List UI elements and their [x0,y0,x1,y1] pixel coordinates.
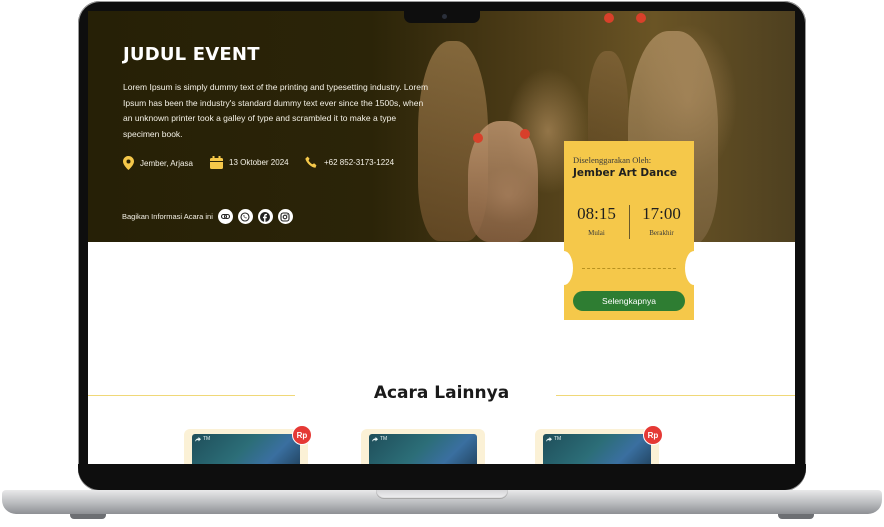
event-title: JUDUL EVENT [123,44,260,65]
event-card-badge: TM [195,436,210,442]
organizer-label: Diselenggarakan Oleh: [573,155,652,165]
event-ticket-card: Diselenggarakan Oleh: Jember Art Dance 0… [555,141,703,320]
event-card-badge: TM [372,436,387,442]
price-badge-icon: Rp [292,425,312,445]
ticket-cutout-left [555,251,573,285]
event-card-image: TM [369,434,477,464]
share-arrow-icon [195,436,201,442]
event-card-badge: TM [546,436,561,442]
phone-icon [305,156,317,168]
ticket-perforation [582,268,676,269]
price-badge-icon: Rp [643,425,663,445]
event-card[interactable]: TM Rp [535,425,663,464]
event-page[interactable]: JUDUL EVENT Lorem Ipsum is simply dummy … [88,11,795,464]
hero-photo-flower [636,13,646,23]
link-icon[interactable] [217,209,233,224]
hero-photo-flower [520,129,530,139]
calendar-icon [210,156,223,169]
whatsapp-icon[interactable] [237,209,253,224]
hero-photo-flower [473,133,483,143]
event-location: Jember, Arjasa [123,156,193,170]
share-arrow-icon [546,436,552,442]
details-button[interactable]: Selengkapnya [573,291,685,311]
laptop-foot [778,514,814,519]
camera-notch [404,11,480,23]
event-date-text: 13 Oktober 2024 [229,158,289,167]
other-events-heading: Acara Lainnya [373,383,510,403]
start-time: 08:15 [577,204,616,223]
camera-icon [442,14,447,19]
ticket-cutout-right [685,251,703,285]
event-card[interactable]: TM [361,429,485,464]
event-card-image: TM [543,434,651,464]
event-phone-text: +62 852-3173-1224 [324,158,395,167]
organizer-name: Jember Art Dance [573,167,678,179]
event-card-image: TM [192,434,300,464]
facebook-icon[interactable] [257,209,273,224]
event-location-text: Jember, Arjasa [140,158,193,168]
end-time-label: Berakhir [649,229,674,237]
instagram-icon[interactable] [277,209,293,224]
event-description: Lorem Ipsum is simply dummy text of the … [123,82,429,139]
start-time-label: Mulai [588,229,605,237]
share-label: Bagikan Informasi Acara ini [122,212,213,221]
event-phone: +62 852-3173-1224 [305,156,394,169]
laptop-bezel-bottom [78,464,806,490]
end-time: 17:00 [642,204,681,223]
laptop-opening-notch [376,490,508,499]
laptop-mockup: JUDUL EVENT Lorem Ipsum is simply dummy … [0,0,884,527]
share-bar: Bagikan Informasi Acara ini [122,209,293,224]
event-card[interactable]: TM Rp [184,425,312,464]
laptop-foot [70,514,106,519]
location-pin-icon [123,156,134,170]
event-date: 13 Oktober 2024 [210,156,289,169]
share-arrow-icon [372,436,378,442]
hero-photo-flower [604,13,614,23]
